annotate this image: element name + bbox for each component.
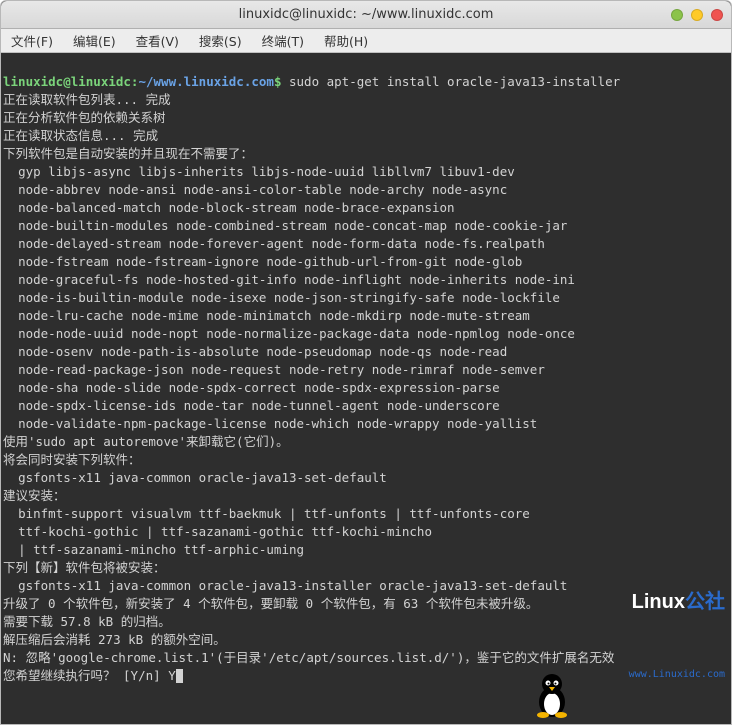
close-button[interactable] bbox=[711, 9, 723, 21]
watermark: Linux公社 www.Linuxidc.com bbox=[532, 536, 725, 718]
prompt-tilde: ~ bbox=[138, 74, 146, 89]
terminal-area[interactable]: linuxidc@linuxidc:~/www.linuxidc.com$ su… bbox=[1, 53, 731, 724]
terminal-output: 正在读取软件包列表... 完成 正在分析软件包的依赖关系树 正在读取状态信息..… bbox=[3, 92, 614, 665]
prompt-path: /www.linuxidc.com bbox=[146, 74, 274, 89]
titlebar: linuxidc@linuxidc: ~/www.linuxidc.com bbox=[1, 1, 731, 29]
confirm-question: 您希望继续执行吗？ [Y/n] bbox=[3, 668, 168, 683]
menu-terminal[interactable]: 终端(T) bbox=[252, 29, 314, 52]
minimize-button[interactable] bbox=[671, 9, 683, 21]
menu-edit[interactable]: 编辑(E) bbox=[63, 29, 126, 52]
menu-view[interactable]: 查看(V) bbox=[126, 29, 189, 52]
prompt-userhost: linuxidc@linuxidc: bbox=[3, 74, 138, 89]
command: sudo apt-get install oracle-java13-insta… bbox=[289, 74, 620, 89]
penguin-icon bbox=[532, 672, 572, 718]
window-controls bbox=[671, 9, 723, 21]
menu-search[interactable]: 搜索(S) bbox=[189, 29, 252, 52]
window-title: linuxidc@linuxidc: ~/www.linuxidc.com bbox=[239, 7, 494, 22]
watermark-brand2: 公社 bbox=[685, 591, 725, 613]
text-cursor bbox=[176, 669, 183, 683]
watermark-text: Linux公社 www.Linuxidc.com bbox=[576, 536, 725, 718]
maximize-button[interactable] bbox=[691, 9, 703, 21]
menubar: 文件(F) 编辑(E) 查看(V) 搜索(S) 终端(T) 帮助(H) bbox=[1, 29, 731, 53]
menu-file[interactable]: 文件(F) bbox=[1, 29, 63, 52]
prompt-symbol: $ bbox=[274, 74, 282, 89]
watermark-url: www.Linuxidc.com bbox=[576, 668, 725, 682]
terminal-window: linuxidc@linuxidc: ~/www.linuxidc.com 文件… bbox=[0, 0, 732, 725]
menu-help[interactable]: 帮助(H) bbox=[314, 29, 378, 52]
watermark-brand1: Linux bbox=[632, 591, 685, 613]
confirm-answer: Y bbox=[168, 668, 176, 683]
